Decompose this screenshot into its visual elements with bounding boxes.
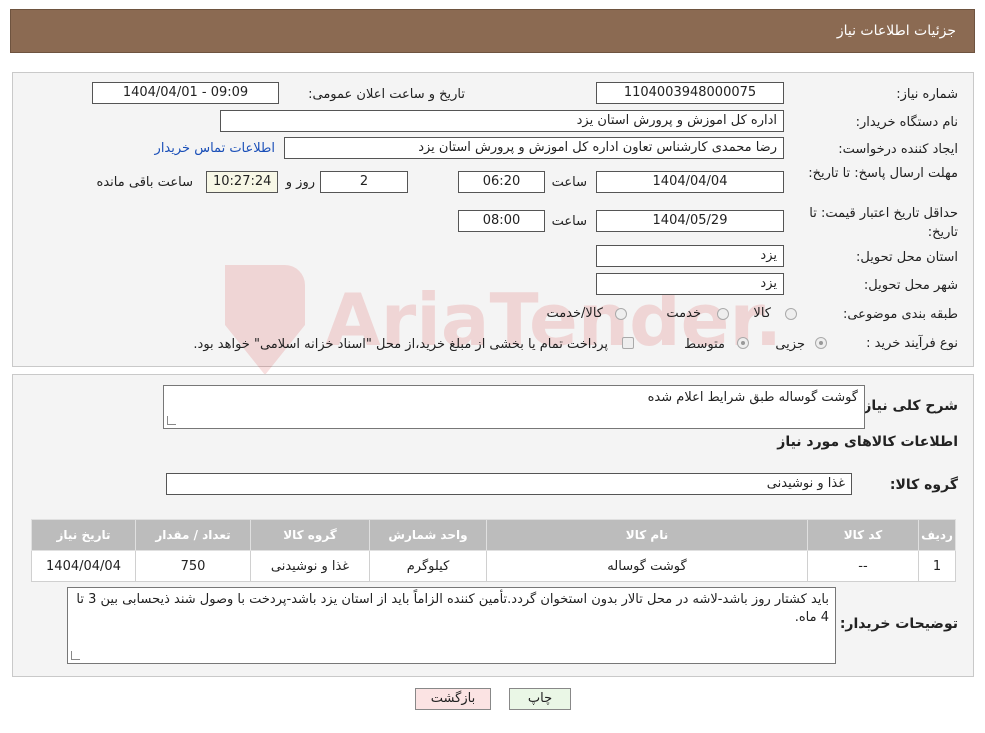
category-label: طبقه بندی موضوعی:: [842, 307, 958, 322]
category-service-radio[interactable]: [717, 308, 729, 320]
city-field: یزد: [596, 273, 784, 295]
category-service-label: خدمت: [666, 306, 701, 321]
buyer-org-field: اداره کل اموزش و پرورش استان یزد: [220, 110, 784, 132]
page-title-bar: جزئیات اطلاعات نیاز: [10, 9, 975, 53]
validity-time-label: ساعت: [551, 214, 587, 229]
announce-label: تاریخ و ساعت اعلان عمومی:: [308, 87, 465, 102]
cell-group: غذا و نوشیدنی: [250, 550, 370, 582]
validity-label: حداقل تاریخ اعتبار قیمت: تا تاریخ:: [809, 206, 958, 240]
deadline-date-field: 1404/04/04: [596, 171, 784, 193]
print-button[interactable]: چاپ: [509, 688, 571, 710]
goods-info-title: اطلاعات کالاهای مورد نیاز: [777, 434, 958, 450]
deadline-label: مهلت ارسال پاسخ: تا تاریخ:: [808, 166, 958, 181]
province-field: یزد: [596, 245, 784, 267]
cell-name: گوشت گوساله: [486, 550, 808, 582]
deadline-time-field: 06:20: [458, 171, 545, 193]
validity-time-field: 08:00: [458, 210, 545, 232]
resize-handle-icon[interactable]: [71, 651, 80, 660]
days-field: 2: [320, 171, 408, 193]
purchase-type-label: نوع فرآیند خرید :: [866, 336, 958, 351]
buyer-notes-text: باید کشتار روز باشد-لاشه در محل تالار بد…: [76, 592, 829, 625]
cell-quantity: 750: [135, 550, 251, 582]
buyer-notes-label: توضیحات خریدار:: [839, 616, 958, 632]
cell-code: --: [807, 550, 919, 582]
col-code: کد کالا: [807, 519, 919, 551]
summary-field[interactable]: گوشت گوساله طبق شرایط اعلام شده: [163, 385, 865, 429]
table-row: 1 -- گوشت گوساله کیلوگرم غذا و نوشیدنی 7…: [31, 550, 956, 582]
category-goods-label: کالا: [753, 306, 771, 321]
col-quantity: تعداد / مقدار: [135, 519, 251, 551]
cell-unit: کیلوگرم: [369, 550, 487, 582]
page-title: جزئیات اطلاعات نیاز: [836, 23, 956, 39]
cell-row: 1: [918, 550, 956, 582]
announce-field: 1404/04/01 - 09:09: [92, 82, 279, 104]
treasury-note: پرداخت تمام یا بخشی از مبلغ خرید،از محل …: [193, 337, 608, 352]
col-date: تاریخ نیاز: [31, 519, 136, 551]
requester-field: رضا محمدی کارشناس تعاون اداره کل اموزش و…: [284, 137, 784, 159]
resize-handle-icon[interactable]: [167, 416, 176, 425]
back-button[interactable]: بازگشت: [415, 688, 491, 710]
col-group: گروه کالا: [250, 519, 370, 551]
validity-date-field: 1404/05/29: [596, 210, 784, 232]
days-label: روز و: [285, 175, 315, 190]
province-label: استان محل تحویل:: [856, 250, 958, 265]
remaining-label: ساعت باقی مانده: [96, 175, 193, 190]
goods-group-label: گروه کالا:: [889, 477, 958, 493]
remaining-time-field: 10:27:24: [206, 171, 278, 193]
need-number-label: شماره نیاز:: [896, 87, 958, 102]
summary-label: شرح کلی نیاز:: [857, 398, 958, 414]
buyer-notes-field[interactable]: باید کشتار روز باشد-لاشه در محل تالار بد…: [67, 587, 836, 664]
category-both-radio[interactable]: [615, 308, 627, 320]
category-goods-radio[interactable]: [785, 308, 797, 320]
purchase-minor-radio[interactable]: [815, 337, 827, 349]
need-number-field: 1104003948000075: [596, 82, 784, 104]
deadline-time-label: ساعت: [551, 175, 587, 190]
city-label: شهر محل تحویل:: [863, 278, 958, 293]
purchase-minor-label: جزیی: [775, 337, 805, 352]
goods-table: ردیف کد کالا نام کالا واحد شمارش گروه کا…: [31, 519, 956, 582]
buyer-contact-link[interactable]: اطلاعات تماس خریدار: [155, 141, 275, 156]
treasury-checkbox[interactable]: [622, 337, 634, 349]
col-name: نام کالا: [486, 519, 808, 551]
cell-date: 1404/04/04: [31, 550, 136, 582]
category-both-label: کالا/خدمت: [546, 306, 603, 321]
col-row: ردیف: [918, 519, 956, 551]
goods-group-field: غذا و نوشیدنی: [166, 473, 852, 495]
purchase-medium-label: متوسط: [684, 337, 725, 352]
summary-text: گوشت گوساله طبق شرایط اعلام شده: [647, 390, 858, 405]
buyer-org-label: نام دستگاه خریدار:: [855, 115, 958, 130]
col-unit: واحد شمارش: [369, 519, 487, 551]
purchase-medium-radio[interactable]: [737, 337, 749, 349]
goods-table-header: ردیف کد کالا نام کالا واحد شمارش گروه کا…: [31, 519, 956, 551]
requester-label: ایجاد کننده درخواست:: [838, 142, 958, 157]
